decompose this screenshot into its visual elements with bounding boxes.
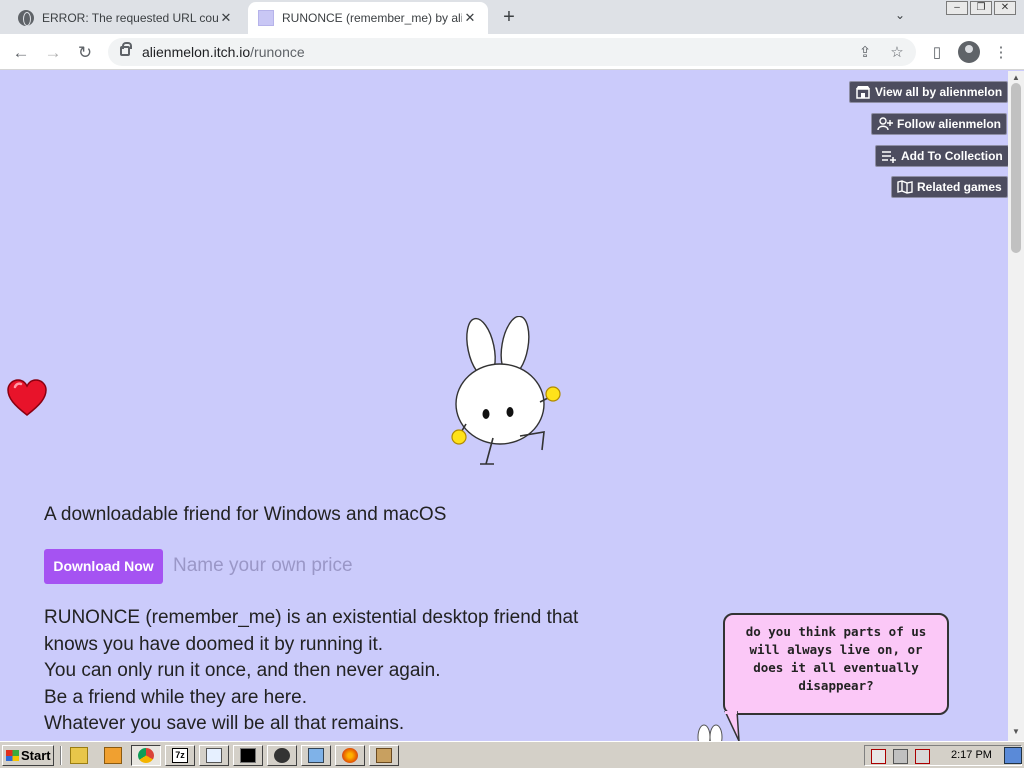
store-icon [856,86,870,99]
lock-icon [120,42,132,56]
taskbar-package[interactable] [369,745,399,766]
close-icon[interactable]: ✕ [218,10,234,26]
taskbar-firefox[interactable] [335,745,365,766]
scroll-up-arrow[interactable]: ▲ [1012,73,1020,82]
map-icon [897,180,913,194]
bookmark-star-icon[interactable]: ☆ [888,43,906,61]
scroll-thumb[interactable] [1011,83,1021,253]
tab-runonce[interactable]: RUNONCE (remember_me) by alienmelon ✕ [248,2,488,34]
media-player-icon[interactable] [104,747,122,764]
restore-button[interactable]: ❐ [970,1,992,15]
folder-icon[interactable] [70,747,88,764]
show-desktop-icon[interactable] [1004,747,1022,764]
share-icon[interactable]: ⇪ [856,43,874,61]
network-tray-icon[interactable] [893,749,908,764]
taskbar-notepad[interactable] [199,745,229,766]
scroll-down-arrow[interactable]: ▼ [1012,727,1020,736]
tab-strip: ERROR: The requested URL could not be re… [0,0,1024,34]
taskbar-app[interactable] [267,745,297,766]
volume-muted-icon[interactable] [915,749,930,764]
new-tab-button[interactable]: + [498,6,520,28]
browser-toolbar: ← → ↻ alienmelon.itch.io/runonce ⇪ ☆ ▯ ⋮ [0,34,1024,70]
description-line: Whatever you save will be all that remai… [44,713,405,734]
tab-title: ERROR: The requested URL could not be re… [42,11,218,25]
close-window-button[interactable]: ✕ [994,1,1016,15]
system-tray: 2:17 PM [864,745,1022,766]
chrome-icon [138,748,154,763]
start-button[interactable]: Start [2,745,54,766]
back-icon[interactable]: ← [10,42,32,64]
cmd-icon [240,748,256,763]
tab-title: RUNONCE (remember_me) by alienmelon [282,11,462,25]
firefox-icon [342,748,358,763]
game-description: RUNONCE (remember_me) is an existential … [44,605,604,738]
address-bar[interactable]: alienmelon.itch.io/runonce ⇪ ☆ [108,38,916,66]
page-scrollbar[interactable]: ▲ ▼ [1008,71,1024,741]
download-now-button[interactable]: Download Now [44,549,163,584]
add-to-collection-button[interactable]: Add To Collection [875,145,1008,167]
price-label: Name your own price [173,555,353,576]
start-label: Start [21,748,51,763]
taskbar-cmd[interactable] [233,745,263,766]
security-alert-icon[interactable] [871,749,886,764]
description-line: Be a friend while they are here. [44,686,307,708]
itch-favicon [258,10,274,26]
profile-avatar[interactable] [958,41,980,63]
taskbar-separator [60,746,62,765]
close-icon[interactable]: ✕ [462,10,478,26]
description-line: RUNONCE (remember_me) is an existential … [44,607,579,628]
taskbar-network[interactable] [301,745,331,766]
bunny-ears-peek [697,724,723,741]
follow-button[interactable]: Follow alienmelon [871,113,1008,135]
view-all-label: View all by alienmelon [875,85,1003,99]
bunny-character [451,316,561,465]
clock: 2:17 PM [951,749,992,761]
package-icon [376,748,392,763]
speech-bubble: do you think parts of us will always liv… [723,613,949,715]
minimize-button[interactable]: – [946,1,968,15]
forward-icon[interactable]: → [42,42,64,64]
windows-flag-icon [6,750,19,761]
url-path: /runonce [250,44,305,60]
taskbar-chrome[interactable] [131,745,161,766]
reload-icon[interactable]: ↻ [74,42,96,64]
menu-icon[interactable]: ⋮ [990,42,1012,64]
app-icon [274,748,290,763]
taskbar: Start 7z 2:17 PM [0,741,1024,768]
page-content: View all by alienmelon Follow alienmelon… [0,71,1008,741]
side-panel-icon[interactable]: ▯ [926,42,948,64]
bubble-tail [724,711,740,741]
game-subtitle: A downloadable friend for Windows and ma… [44,504,447,525]
add-to-collection-label: Add To Collection [901,149,1003,163]
window-controls: – ❐ ✕ [946,1,1016,15]
related-games-label: Related games [917,180,1002,194]
description-line: You can only run it once, and then never… [44,660,441,681]
tab-search-icon[interactable]: ⌄ [895,8,905,22]
globe-icon [18,10,34,26]
network-icon [308,748,324,763]
url-host: alienmelon.itch.io [142,44,251,60]
url-text[interactable]: alienmelon.itch.io/runonce [142,44,305,60]
7zip-icon: 7z [172,748,188,763]
view-all-button[interactable]: View all by alienmelon [849,81,1008,103]
tab-error[interactable]: ERROR: The requested URL could not be re… [8,2,244,34]
related-games-button[interactable]: Related games [891,176,1008,198]
heart-icon [7,379,47,416]
add-list-icon [882,151,896,163]
taskbar-7zip[interactable]: 7z [165,745,195,766]
follow-label: Follow alienmelon [897,117,1002,131]
notepad-icon [206,748,222,763]
description-line: knows you have doomed it by running it. [44,633,384,655]
add-user-icon [877,117,893,131]
